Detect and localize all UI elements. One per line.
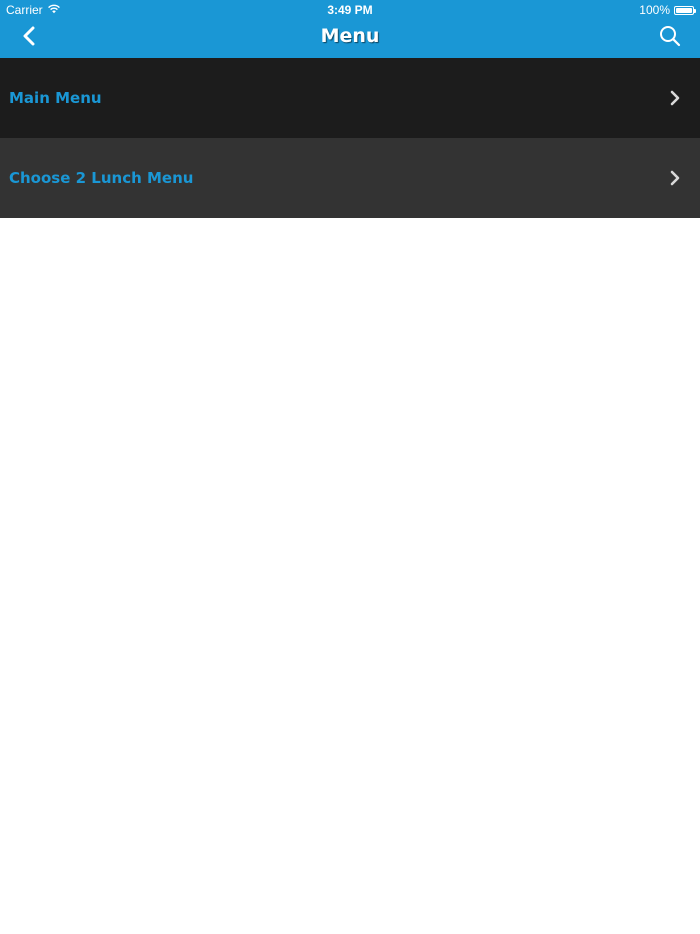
menu-item-choose-2-lunch-menu[interactable]: Choose 2 Lunch Menu [0, 138, 700, 218]
app-header: Carrier 3:49 PM 100% Menu [0, 0, 700, 58]
status-right: 100% [639, 3, 696, 17]
menu-item-label: Main Menu [9, 89, 102, 107]
battery-fill [676, 7, 692, 13]
menu-item-label: Choose 2 Lunch Menu [9, 169, 194, 187]
search-button[interactable] [656, 24, 684, 52]
search-icon [659, 25, 681, 51]
navigation-bar: Menu [0, 18, 700, 58]
chevron-right-icon [668, 170, 682, 186]
menu-list: Main Menu Choose 2 Lunch Menu [0, 58, 700, 218]
status-bar: Carrier 3:49 PM 100% [0, 0, 700, 18]
status-time: 3:49 PM [327, 3, 373, 17]
page-title: Menu [320, 25, 380, 47]
chevron-right-icon [668, 90, 682, 106]
battery-icon [674, 5, 696, 15]
menu-item-main-menu[interactable]: Main Menu [0, 58, 700, 138]
battery-percent: 100% [639, 3, 670, 17]
